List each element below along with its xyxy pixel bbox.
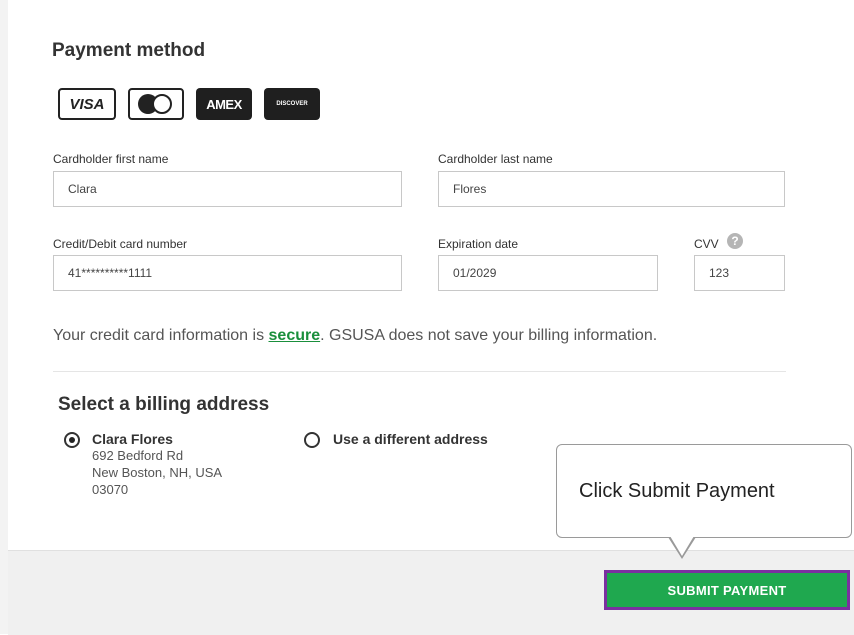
expiration-label: Expiration date	[438, 237, 519, 251]
first-name-label: Cardholder first name	[53, 152, 169, 166]
submit-payment-button[interactable]: SUBMIT PAYMENT	[604, 570, 850, 610]
card-number-label: Credit/Debit card number	[53, 237, 188, 251]
amex-logo: AMEX	[196, 88, 252, 120]
mastercard-logo	[128, 88, 184, 120]
expiration-field[interactable]: 01/2029	[438, 255, 658, 291]
last-name-field[interactable]: Flores	[438, 171, 785, 207]
help-icon[interactable]: ?	[727, 233, 743, 249]
instruction-callout: Click Submit Payment	[556, 444, 852, 538]
address-line-3: 03070	[92, 482, 129, 497]
section-divider	[53, 371, 786, 372]
secure-note-after: . GSUSA does not save your billing infor…	[320, 327, 658, 344]
page-edge	[0, 0, 8, 634]
different-address-radio[interactable]	[304, 432, 320, 448]
card-logos: VISA AMEX DISCOVER	[58, 88, 320, 120]
different-address-label[interactable]: Use a different address	[333, 431, 488, 447]
address-line-2: New Boston, NH, USA	[92, 465, 223, 480]
payment-method-heading: Payment method	[52, 40, 206, 61]
cvv-label: CVV	[694, 237, 719, 251]
last-name-label: Cardholder last name	[438, 152, 553, 166]
card-number-field[interactable]: 41**********1111	[53, 255, 402, 291]
saved-address-radio[interactable]	[64, 432, 80, 448]
cvv-field[interactable]: 123	[694, 255, 785, 291]
visa-logo: VISA	[58, 88, 116, 120]
address-line-1: 692 Bedford Rd	[92, 448, 184, 463]
secure-note-before: Your credit card information is	[53, 327, 269, 344]
billing-address-heading: Select a billing address	[58, 394, 270, 415]
secure-link[interactable]: secure	[269, 327, 321, 344]
secure-note: Your credit card information is secure. …	[53, 327, 657, 345]
discover-logo: DISCOVER	[264, 88, 320, 120]
callout-tail-inner	[670, 536, 694, 556]
address-name: Clara Flores	[92, 431, 173, 447]
first-name-field[interactable]: Clara	[53, 171, 402, 207]
